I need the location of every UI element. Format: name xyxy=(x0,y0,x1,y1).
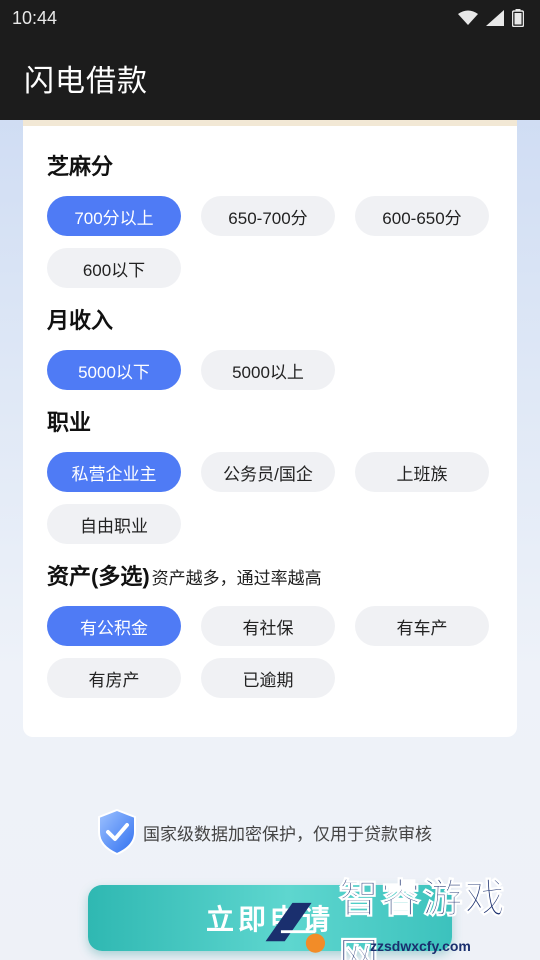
option-chip[interactable]: 有社保 xyxy=(201,606,335,646)
status-icons xyxy=(458,9,524,27)
security-note: 国家级数据加密保护，仅用于贷款审核 xyxy=(95,808,432,856)
option-chip[interactable]: 700分以上 xyxy=(47,196,181,236)
shield-check-icon xyxy=(98,808,136,856)
watermark-logo-icon xyxy=(265,902,326,953)
section-title-text: 芝麻分 xyxy=(47,154,114,179)
section-title: 月收入 xyxy=(47,306,493,336)
option-group: 700分以上 650-700分 600-650分 600以下 xyxy=(47,196,493,288)
signal-icon xyxy=(486,10,504,26)
option-chip[interactable]: 公务员/国企 xyxy=(201,452,335,492)
option-chip[interactable]: 600以下 xyxy=(47,248,181,288)
filter-card: 芝麻分 700分以上 650-700分 600-650分 600以下 月收入 5000以下 5… xyxy=(23,120,517,737)
battery-icon xyxy=(512,9,524,27)
option-chip[interactable]: 上班族 xyxy=(355,452,489,492)
option-chip[interactable]: 自由职业 xyxy=(47,504,181,544)
watermark-url: zzsdwxcfy.com xyxy=(370,938,471,954)
option-chip[interactable]: 有车产 xyxy=(355,606,489,646)
option-chip[interactable]: 650-700分 xyxy=(201,196,335,236)
section-title: 职业 xyxy=(47,408,493,438)
option-chip[interactable]: 私营企业主 xyxy=(47,452,181,492)
status-time: 10:44 xyxy=(12,7,58,28)
option-chip[interactable]: 已逾期 xyxy=(201,658,335,698)
section-title: 芝麻分 xyxy=(47,152,493,182)
option-group: 5000以下 5000以上 xyxy=(47,350,493,390)
section-title-text: 职业 xyxy=(47,410,92,435)
wifi-icon xyxy=(458,10,478,25)
status-bar: 10:44 xyxy=(0,0,540,36)
security-note-text: 国家级数据加密保护，仅用于贷款审核 xyxy=(143,824,432,844)
section-title-text: 月收入 xyxy=(47,308,114,333)
section-title-text: 资产(多选) xyxy=(47,564,150,589)
option-chip[interactable]: 有公积金 xyxy=(47,606,181,646)
section-subtitle: 资产越多，通过率越高 xyxy=(151,569,322,588)
page-title: 闪电借款 xyxy=(24,65,148,98)
app-bar: 闪电借款 xyxy=(0,36,540,120)
option-chip[interactable]: 5000以下 xyxy=(47,350,181,390)
section-title: 资产(多选) 资产越多，通过率越高 xyxy=(47,562,493,592)
option-chip[interactable]: 600-650分 xyxy=(355,196,489,236)
option-group: 私营企业主 公务员/国企 上班族自由职业 xyxy=(47,452,493,544)
option-chip[interactable]: 有房产 xyxy=(47,658,181,698)
option-chip[interactable]: 5000以上 xyxy=(201,350,335,390)
option-group: 有公积金 有社保 有车产有房产 已逾期 xyxy=(47,606,493,698)
